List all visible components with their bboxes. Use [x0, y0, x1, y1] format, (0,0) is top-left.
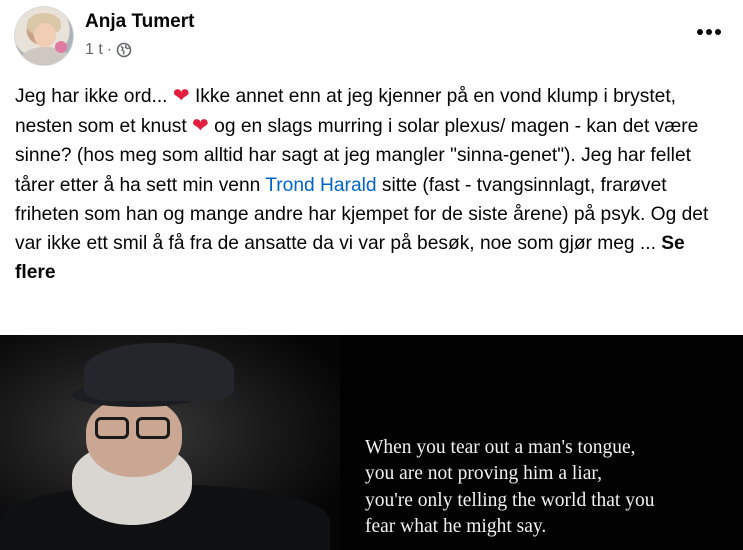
post-text-part: Jeg har ikke ord...	[15, 86, 173, 107]
author-avatar[interactable]	[14, 6, 74, 66]
post-header: Anja Tumert 1 t ·	[14, 6, 729, 66]
post-text: Jeg har ikke ord... ❤ Ikke annet enn at …	[15, 81, 727, 287]
more-dot	[715, 29, 721, 35]
portrait-glasses	[95, 417, 129, 439]
mention-link[interactable]: Trond Harald	[265, 175, 376, 196]
meta-separator: ·	[106, 41, 113, 58]
globe-icon[interactable]	[116, 42, 132, 58]
portrait-cap	[84, 343, 234, 401]
image-quote: When you tear out a man's tongue, you ar…	[365, 435, 735, 540]
more-dot	[697, 29, 703, 35]
quote-line: you are not proving him a liar,	[365, 463, 602, 485]
post-image[interactable]: When you tear out a man's tongue, you ar…	[0, 335, 743, 550]
red-heart-icon: ❤	[192, 113, 209, 138]
more-dot	[706, 29, 712, 35]
quote-line: When you tear out a man's tongue,	[365, 437, 636, 458]
portrait-glasses	[136, 417, 170, 439]
quote-line: fear what he might say.	[365, 515, 547, 537]
more-options-button[interactable]	[689, 16, 729, 48]
avatar-flower	[55, 41, 67, 53]
facebook-post: Anja Tumert 1 t · Jeg har ikke ord... ❤ …	[0, 0, 743, 550]
avatar-face	[34, 23, 56, 47]
post-meta: 1 t ·	[85, 41, 132, 59]
post-time[interactable]: 1 t	[85, 41, 103, 59]
man-portrait	[0, 335, 340, 550]
red-heart-icon: ❤	[172, 83, 190, 107]
quote-line: you're only telling the world that you	[365, 489, 655, 511]
author-name[interactable]: Anja Tumert	[85, 11, 194, 33]
